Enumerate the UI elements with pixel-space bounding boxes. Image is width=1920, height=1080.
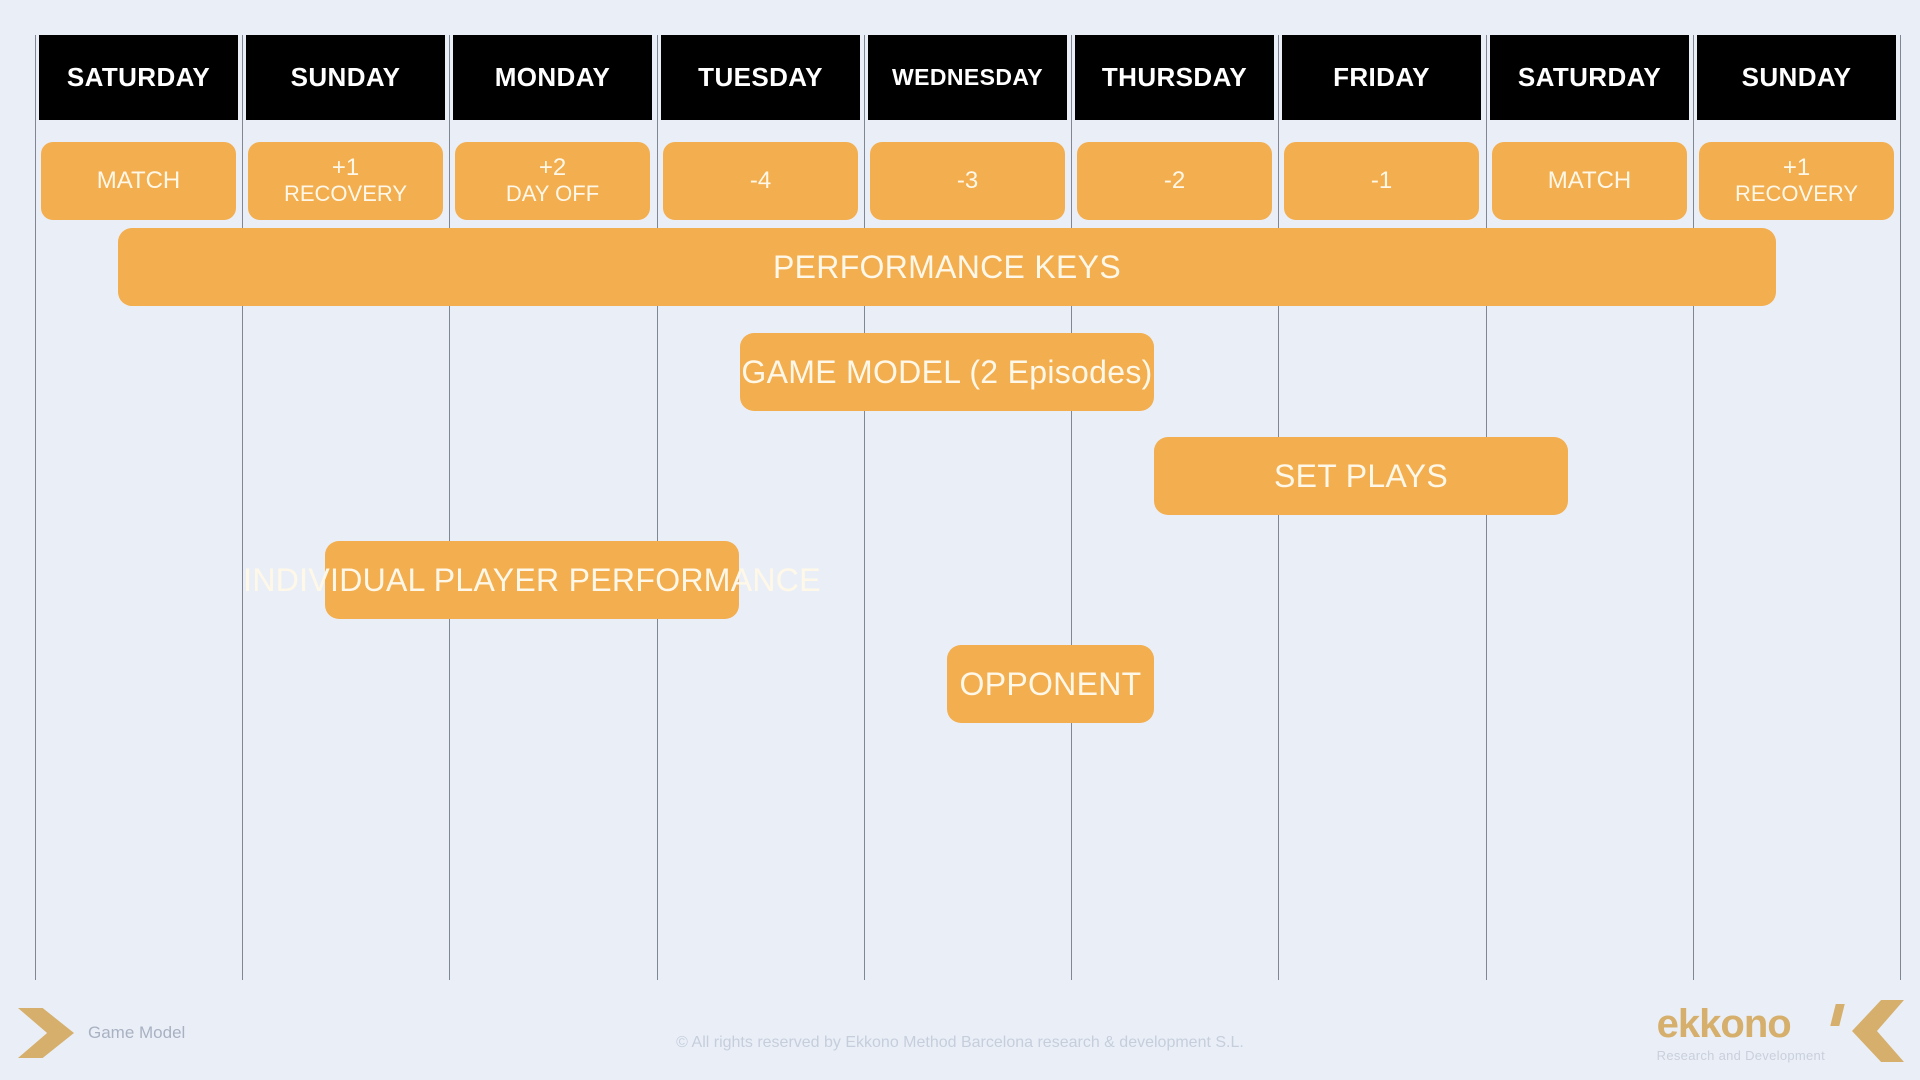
grid-line (1693, 35, 1694, 980)
logo-text-block: ekkono Research and Development (1657, 1004, 1825, 1062)
day-header-sunday-1: SUNDAY (246, 35, 445, 120)
day-pill-4[interactable]: -3 (870, 142, 1065, 220)
day-header-sunday-8: SUNDAY (1697, 35, 1896, 120)
topic-bar-opponent[interactable]: OPPONENT (947, 645, 1154, 723)
day-pill-line1: +1 (331, 154, 360, 182)
day-pill-6[interactable]: -1 (1284, 142, 1479, 220)
grid-line (1071, 35, 1072, 980)
day-header-saturday-7: SATURDAY (1490, 35, 1689, 120)
day-pill-line1: +2 (538, 154, 567, 182)
day-pill-1[interactable]: +1 RECOVERY (248, 142, 443, 220)
grid-line (35, 35, 36, 980)
day-header-thursday-5: THURSDAY (1075, 35, 1274, 120)
day-header-monday-2: MONDAY (453, 35, 652, 120)
logo-tagline: Research and Development (1656, 1048, 1825, 1063)
grid-line (242, 35, 243, 980)
day-pill-line2: RECOVERY (1734, 181, 1859, 207)
day-pill-2[interactable]: +2 DAY OFF (455, 142, 650, 220)
topic-bar-set-plays[interactable]: SET PLAYS (1154, 437, 1568, 515)
logo-tick-icon (1830, 1004, 1845, 1026)
day-pill-line1: -2 (1163, 166, 1186, 194)
day-header-tuesday-3: TUESDAY (661, 35, 860, 120)
topic-bar-individual-player-performance[interactable]: INDIVIDUAL PLAYER PERFORMANCE (243, 541, 821, 619)
day-pill-line2: DAY OFF (505, 181, 600, 207)
chevron-left-icon (1852, 1000, 1904, 1062)
day-pill-7[interactable]: MATCH (1492, 142, 1687, 220)
day-pill-line1: MATCH (96, 166, 181, 194)
day-pill-5[interactable]: -2 (1077, 142, 1272, 220)
day-pill-line1: -4 (749, 166, 772, 194)
day-pill-3[interactable]: -4 (663, 142, 858, 220)
grid-line (1900, 35, 1901, 980)
day-pill-8[interactable]: +1 RECOVERY (1699, 142, 1894, 220)
footer: Game Model © All rights reserved by Ekko… (0, 980, 1920, 1080)
day-pill-0[interactable]: MATCH (41, 142, 236, 220)
logo-wordmark: ekkono (1656, 1002, 1792, 1046)
copyright-text: © All rights reserved by Ekkono Method B… (676, 1034, 1244, 1051)
day-pill-line1: +1 (1782, 154, 1811, 182)
day-pill-line1: MATCH (1547, 166, 1632, 194)
day-pill-line2: RECOVERY (283, 181, 408, 207)
grid-line (657, 35, 658, 980)
day-header-friday-6: FRIDAY (1282, 35, 1481, 120)
day-pill-line1: -3 (956, 166, 979, 194)
day-header-wednesday-4: WEDNESDAY (868, 35, 1067, 120)
slide-canvas: SATURDAY SUNDAY MONDAY TUESDAY WEDNESDAY THUR… (0, 0, 1920, 1080)
grid-line (864, 35, 865, 980)
day-header-saturday-0: SATURDAY (39, 35, 238, 120)
ekkono-logo: ekkono Research and Development (1657, 1000, 1904, 1062)
topic-bar-game-model-2-episodes[interactable]: GAME MODEL (2 Episodes) (740, 333, 1154, 411)
day-pill-line1: -1 (1370, 166, 1393, 194)
grid-line (449, 35, 450, 980)
topic-bar-performance-keys[interactable]: PERFORMANCE KEYS (118, 228, 1776, 306)
